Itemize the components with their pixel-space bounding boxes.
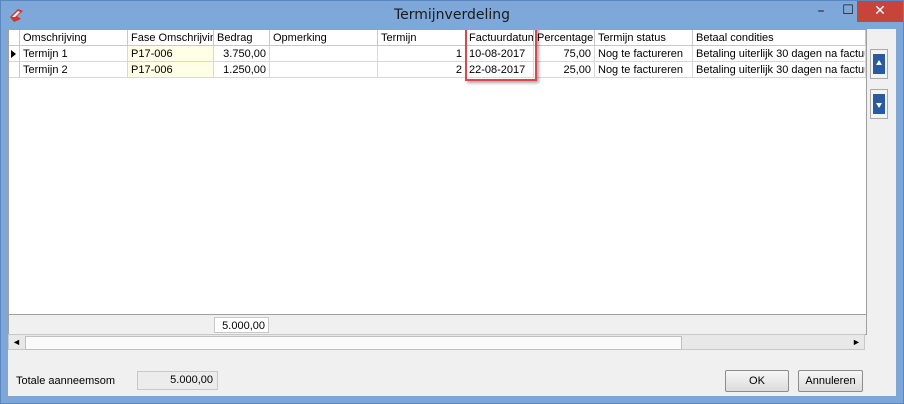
- column-header-omschrijving[interactable]: Omschrijving: [20, 30, 128, 46]
- column-header-betaal-condities[interactable]: Betaal condities: [693, 30, 866, 46]
- dialog-window: Termijnverdeling – ☐ ✕ Omschrijving Fase…: [0, 0, 904, 404]
- cell-betaal-condities[interactable]: Betaling uiterlijk 30 dagen na factuurda…: [693, 62, 866, 78]
- dialog-client-area: Omschrijving Fase Omschrijving Bedrag Op…: [8, 29, 896, 396]
- cell-percentage[interactable]: 75,00: [534, 46, 595, 62]
- cell-opmerking[interactable]: [270, 62, 378, 78]
- factuurdatum-highlight-box: [465, 30, 537, 81]
- cell-omschrijving[interactable]: Termijn 2: [20, 62, 128, 78]
- termijn-grid[interactable]: Omschrijving Fase Omschrijving Bedrag Op…: [8, 29, 867, 335]
- cell-omschrijving[interactable]: Termijn 1: [20, 46, 128, 62]
- cell-fase[interactable]: P17-006: [128, 62, 214, 78]
- column-header-opmerking[interactable]: Opmerking: [270, 30, 378, 46]
- footer-bedrag-total: 5.000,00: [214, 317, 269, 333]
- header-indicator: [9, 30, 20, 46]
- cell-opmerking[interactable]: [270, 46, 378, 62]
- column-header-termijn[interactable]: Termijn: [378, 30, 466, 46]
- cell-termijn[interactable]: 1: [378, 46, 466, 62]
- cell-termijn[interactable]: 2: [378, 62, 466, 78]
- cell-termijn-status[interactable]: Nog te factureren: [595, 62, 693, 78]
- move-up-button[interactable]: [870, 49, 888, 79]
- cell-bedrag[interactable]: 1.250,00: [214, 62, 270, 78]
- column-header-percentage[interactable]: Percentage: [534, 30, 595, 46]
- cancel-button[interactable]: Annuleren: [798, 370, 863, 392]
- column-header-fase[interactable]: Fase Omschrijving: [128, 30, 214, 46]
- row-indicator[interactable]: [9, 62, 20, 78]
- column-header-bedrag[interactable]: Bedrag: [214, 30, 270, 46]
- grid-footer: 5.000,00: [9, 314, 866, 334]
- cell-termijn-status[interactable]: Nog te factureren: [595, 46, 693, 62]
- cell-betaal-condities[interactable]: Betaling uiterlijk 30 dagen na factuurda…: [693, 46, 866, 62]
- move-down-icon: [873, 94, 885, 114]
- move-up-icon: [873, 54, 885, 74]
- close-button[interactable]: ✕: [857, 1, 903, 22]
- title-bar[interactable]: Termijnverdeling – ☐ ✕: [1, 1, 903, 29]
- total-aanneemsom-label: Totale aanneemsom: [16, 375, 116, 387]
- cell-bedrag[interactable]: 3.750,00: [214, 46, 270, 62]
- window-title: Termijnverdeling: [393, 7, 511, 23]
- scroll-right-icon[interactable]: ►: [849, 335, 864, 349]
- ok-button[interactable]: OK: [725, 370, 789, 392]
- cell-fase[interactable]: P17-006: [128, 46, 214, 62]
- total-aanneemsom-value: 5.000,00: [137, 371, 218, 390]
- move-down-button[interactable]: [870, 89, 888, 119]
- scroll-thumb[interactable]: [25, 336, 682, 350]
- horizontal-scrollbar[interactable]: ◄ ►: [8, 334, 865, 350]
- cell-percentage[interactable]: 25,00: [534, 62, 595, 78]
- current-row-arrow-icon: [11, 50, 16, 58]
- minimize-button[interactable]: –: [807, 1, 835, 22]
- column-header-termijn-status[interactable]: Termijn status: [595, 30, 693, 46]
- scroll-left-icon[interactable]: ◄: [9, 335, 24, 349]
- row-indicator[interactable]: [9, 46, 20, 62]
